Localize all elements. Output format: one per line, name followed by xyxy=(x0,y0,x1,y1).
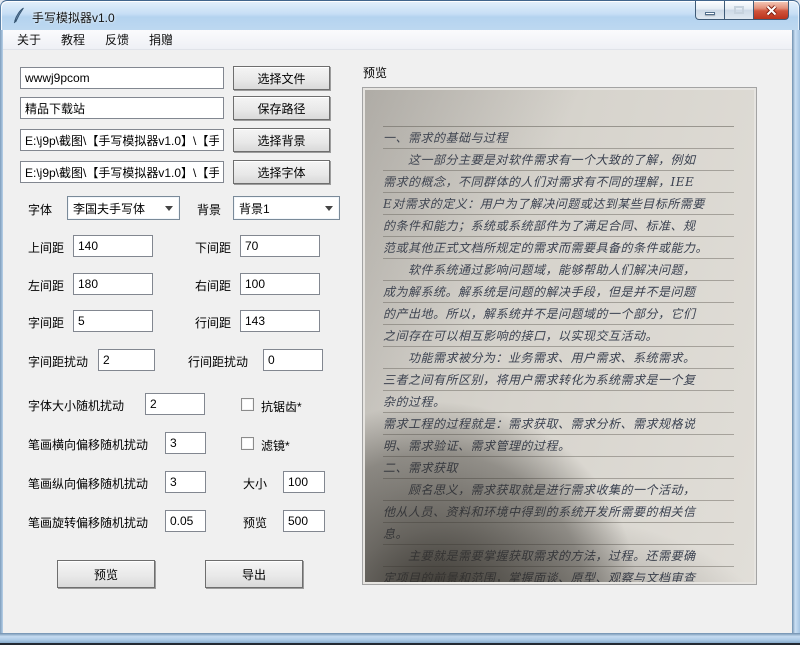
chevron-down-icon xyxy=(325,206,333,211)
top-spacing-input[interactable] xyxy=(73,235,153,257)
size-input[interactable] xyxy=(283,471,325,493)
handwriting-line: 三者之间有所区别，将用户需求转化为系统需求是一个复 xyxy=(383,369,734,391)
window-controls xyxy=(695,1,789,20)
menu-donate[interactable]: 捐赠 xyxy=(139,29,183,50)
stroke-v-jitter-input[interactable] xyxy=(165,471,206,493)
source-text-input[interactable] xyxy=(20,67,224,89)
choose-file-button[interactable]: 选择文件 xyxy=(233,66,330,90)
handwriting-line: 他从人员、资料和环境中得到的系统开发所需要的相关信 xyxy=(383,501,734,523)
save-name-input[interactable] xyxy=(20,97,224,119)
handwriting-line: 的条件和能力；系统或系统部件为了满足合同、标准、规 xyxy=(383,215,734,237)
handwriting-line: 功能需求被分为：业务需求、用户需求、系统需求。 xyxy=(383,347,734,369)
handwriting-line: 定项目的前景和范围，掌握面谈、原型、观察与文档审查 xyxy=(383,567,734,582)
client-area: 选择文件 保存路径 选择背景 选择字体 字体 李国夫手写体 背景 背景1 上间距… xyxy=(3,50,792,633)
stroke-h-jitter-input[interactable] xyxy=(165,432,206,454)
handwriting-line: 之间存在可以相互影响的接口，以实现交互活动。 xyxy=(383,325,734,347)
menu-tutorial[interactable]: 教程 xyxy=(51,29,95,50)
choose-font-button[interactable]: 选择字体 xyxy=(233,160,330,184)
font-path-input[interactable] xyxy=(20,161,224,183)
handwriting-line: 明、需求验证、需求管理的过程。 xyxy=(383,435,734,457)
char-spacing-input[interactable] xyxy=(73,310,153,332)
handwriting-line: 这一部分主要是对软件需求有一个大致的了解，例如 xyxy=(383,149,734,171)
bottom-spacing-input[interactable] xyxy=(240,235,320,257)
ruled-line xyxy=(383,105,734,127)
font-dropdown-value: 李国夫手写体 xyxy=(73,201,146,216)
handwriting-line: 主要就是需要掌握获取需求的方法，过程。还需要确 xyxy=(383,545,734,567)
background-dropdown-value: 背景1 xyxy=(239,201,270,216)
handwriting-line: 杂的过程。 xyxy=(383,391,734,413)
handwriting-line: 的产出地。所以，解系统并不是问题域的一个部分，它们 xyxy=(383,303,734,325)
right-spacing-input[interactable] xyxy=(240,273,320,295)
left-spacing-label: 左间距 xyxy=(28,279,65,293)
preview-button[interactable]: 预览 xyxy=(57,560,155,588)
export-button[interactable]: 导出 xyxy=(205,560,303,588)
handwriting-line: E对需求的定义：用户为了解决问题或达到某些目标所需要 xyxy=(383,193,734,215)
choose-background-button[interactable]: 选择背景 xyxy=(233,128,330,152)
minimize-icon xyxy=(705,11,715,15)
window-border xyxy=(792,30,800,643)
font-size-jitter-input[interactable] xyxy=(145,393,205,415)
antialias-checkbox[interactable] xyxy=(241,398,254,411)
chevron-down-icon xyxy=(165,206,173,211)
stroke-r-jitter-label: 笔画旋转偏移随机扰动 xyxy=(28,516,149,530)
preview-section-label: 预览 xyxy=(363,66,388,80)
close-button[interactable] xyxy=(753,1,789,20)
preview-image-frame: 一、需求的基础与过程 这一部分主要是对软件需求有一个大致的了解，例如 需求的概念… xyxy=(362,87,757,585)
window-title: 手写模拟器v1.0 xyxy=(32,11,115,25)
menu-bar: 关于 教程 反馈 捐赠 xyxy=(3,30,792,50)
right-spacing-label: 右间距 xyxy=(195,279,232,293)
line-jitter-label: 行间距扰动 xyxy=(188,355,249,369)
window-border xyxy=(0,30,3,643)
line-spacing-label: 行间距 xyxy=(195,316,232,330)
filter-checkbox[interactable] xyxy=(241,437,254,450)
handwriting-line: 顾名思义，需求获取就是进行需求收集的一个活动， xyxy=(383,479,734,501)
background-path-input[interactable] xyxy=(20,129,224,151)
close-icon xyxy=(765,4,777,16)
maximize-icon xyxy=(734,6,744,14)
stroke-h-jitter-label: 笔画横向偏移随机扰动 xyxy=(28,438,149,452)
app-feather-icon xyxy=(13,7,24,24)
background-dropdown-label: 背景 xyxy=(197,203,222,217)
save-path-button[interactable]: 保存路径 xyxy=(233,96,330,120)
left-spacing-input[interactable] xyxy=(73,273,153,295)
menu-feedback[interactable]: 反馈 xyxy=(95,29,139,50)
window-border xyxy=(0,633,800,643)
menu-about[interactable]: 关于 xyxy=(7,29,51,50)
char-jitter-input[interactable] xyxy=(98,349,155,371)
size-label: 大小 xyxy=(243,477,268,491)
handwriting-line: 一、需求的基础与过程 xyxy=(383,127,734,149)
font-dropdown-label: 字体 xyxy=(28,203,53,217)
bottom-spacing-label: 下间距 xyxy=(195,241,232,255)
app-window: 手写模拟器v1.0 关于 教程 反馈 捐赠 选择文件 保存路径 选择背景 选择字… xyxy=(0,0,800,645)
handwriting-line: 需求的概念，不同群体的人们对需求有不同的理解，IEE xyxy=(383,171,734,193)
top-spacing-label: 上间距 xyxy=(28,241,65,255)
handwriting-line: 成为解系统。解系统是问题的解决手段，但是并不是问题 xyxy=(383,281,734,303)
antialias-label: 抗锯齿* xyxy=(261,400,302,414)
background-dropdown[interactable]: 背景1 xyxy=(233,196,340,220)
handwriting-line: 需求工程的过程就是：需求获取、需求分析、需求规格说 xyxy=(383,413,734,435)
maximize-button xyxy=(725,1,753,20)
handwriting-line: 软件系统通过影响问题域，能够帮助人们解决问题， xyxy=(383,259,734,281)
filter-label: 滤镜* xyxy=(261,439,290,453)
title-bar[interactable]: 手写模拟器v1.0 xyxy=(0,0,800,30)
minimize-button[interactable] xyxy=(695,1,725,20)
preview-size-input[interactable] xyxy=(283,510,325,532)
handwriting-line: 二、需求获取 xyxy=(383,457,734,479)
stroke-v-jitter-label: 笔画纵向偏移随机扰动 xyxy=(28,477,149,491)
handwriting-photo: 一、需求的基础与过程 这一部分主要是对软件需求有一个大致的了解，例如 需求的概念… xyxy=(365,90,754,582)
handwriting-line: 范或其他正式文档所规定的需求而需要具备的条件或能力。 xyxy=(383,237,734,259)
handwriting-line: 息。 xyxy=(383,523,734,545)
font-dropdown[interactable]: 李国夫手写体 xyxy=(67,196,180,220)
handwriting-text: 一、需求的基础与过程 这一部分主要是对软件需求有一个大致的了解，例如 需求的概念… xyxy=(383,105,734,582)
char-jitter-label: 字间距扰动 xyxy=(28,355,89,369)
line-jitter-input[interactable] xyxy=(263,349,323,371)
stroke-r-jitter-input[interactable] xyxy=(165,510,206,532)
font-size-jitter-label: 字体大小随机扰动 xyxy=(28,399,125,413)
line-spacing-input[interactable] xyxy=(240,310,320,332)
char-spacing-label: 字间距 xyxy=(28,316,65,330)
preview-size-label: 预览 xyxy=(243,516,268,530)
